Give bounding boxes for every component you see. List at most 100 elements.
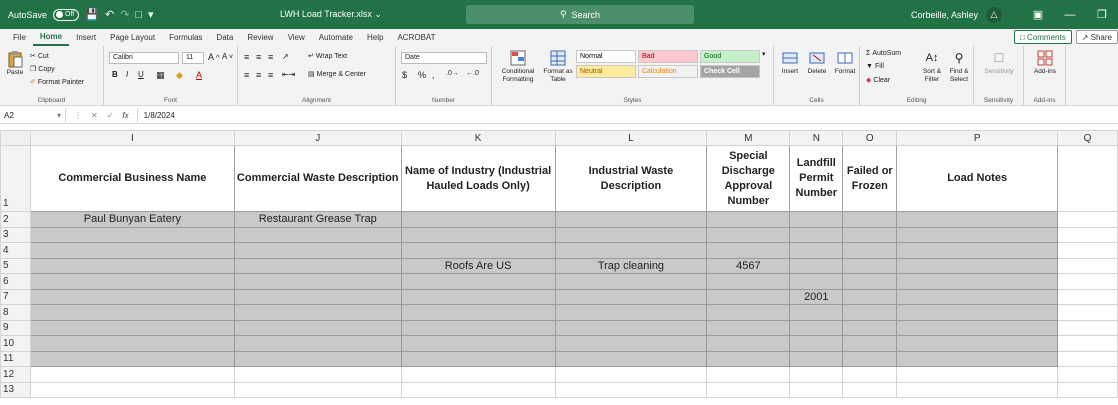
wrap-text-button[interactable]: ↵ Wrap Text [308,52,347,61]
tab-review[interactable]: Review [240,29,280,46]
sheet-cell[interactable] [789,257,844,274]
sheet-cell[interactable] [1057,335,1118,352]
sheet-cell[interactable]: Trap cleaning [554,257,708,274]
restore-icon[interactable]: ❐ [1086,8,1118,21]
sheet-cell[interactable] [29,273,235,290]
tab-help[interactable]: Help [360,29,390,46]
find-select-button[interactable]: ⚲ Find & Select [946,49,972,84]
sheet-cell[interactable]: Paul Bunyan Eatery [29,211,235,228]
style-normal[interactable]: Normal [576,50,636,63]
sheet-cell[interactable] [29,226,235,243]
sheet-cell[interactable] [842,257,898,274]
sheet-cell[interactable] [233,242,402,259]
more-options-icon[interactable]: ⋮ [74,111,82,120]
sheet-cell[interactable] [842,304,898,321]
tab-data[interactable]: Data [209,29,240,46]
sheet-cell[interactable] [842,226,898,243]
sheet-cell[interactable] [233,381,402,398]
currency-icon[interactable]: $ [402,70,407,80]
style-calculation[interactable]: Calculation [638,65,698,78]
column-header[interactable]: N [789,130,844,146]
sort-filter-button[interactable]: A↕ Sort & Filter [918,49,946,84]
save-icon[interactable]: 💾 [85,8,99,21]
sheet-cell[interactable] [706,335,791,352]
column-header[interactable]: O [842,130,898,146]
sheet-cell[interactable] [554,288,708,305]
sheet-cell[interactable] [233,304,402,321]
sheet-cell[interactable] [706,366,791,383]
sheet-cell[interactable] [842,350,898,367]
sheet-cell[interactable] [789,350,844,367]
enter-icon[interactable]: ✓ [107,111,114,120]
sheet-cell[interactable] [1057,366,1118,383]
ribbon-display-icon[interactable]: ▣ [1022,8,1054,21]
sheet-cell[interactable] [1057,304,1118,321]
sheet-cell[interactable] [400,335,556,352]
sheet-cell[interactable] [789,211,844,228]
sheet-cell[interactable] [29,319,235,336]
sheet-cell[interactable] [29,304,235,321]
sheet-cell[interactable] [1057,226,1118,243]
paste-button[interactable]: Paste [4,50,26,77]
delete-cells-button[interactable]: Delete [804,49,830,76]
sheet-cell[interactable] [1057,242,1118,259]
sheet-cell[interactable]: Restaurant Grease Trap [233,211,402,228]
column-header[interactable]: L [554,130,708,146]
row-header[interactable]: 11 [0,350,31,367]
format-as-table-button[interactable]: Format as Table [540,49,576,84]
row-header[interactable]: 7 [0,288,31,305]
sheet-cell[interactable] [896,211,1059,228]
sheet-cell[interactable] [896,273,1059,290]
header-cell[interactable]: Industrial Waste Description [554,145,708,212]
sheet-cell[interactable] [29,242,235,259]
style-good[interactable]: Good [700,50,760,63]
format-painter-button[interactable]: ✐ Format Painter [30,78,84,87]
row-header[interactable]: 13 [0,381,31,398]
sheet-cell[interactable] [1057,257,1118,274]
tab-page-layout[interactable]: Page Layout [103,29,162,46]
sheet-cell[interactable] [29,350,235,367]
undo-icon[interactable]: ↶ [105,8,114,21]
tab-insert[interactable]: Insert [69,29,103,46]
conditional-formatting-button[interactable]: Conditional Formatting [498,49,538,84]
sheet-cell[interactable] [400,350,556,367]
column-header[interactable]: Q [1057,130,1118,146]
sheet-cell[interactable] [233,335,402,352]
comma-icon[interactable]: , [432,70,435,80]
customize-qat-icon[interactable]: ▾ [148,8,154,21]
autosum-button[interactable]: Σ AutoSum [866,50,901,57]
sheet-cell[interactable] [400,381,556,398]
sheet-cell[interactable] [896,319,1059,336]
font-name-select[interactable]: Calibri [109,52,179,64]
column-header[interactable]: M [706,130,791,146]
autosave-toggle[interactable]: Off [53,8,80,21]
sheet-cell[interactable] [233,288,402,305]
sheet-cell[interactable] [400,319,556,336]
sheet-cell[interactable] [896,335,1059,352]
bold-button[interactable]: B [112,70,118,79]
sheet-cell[interactable] [1057,319,1118,336]
search-box[interactable]: ⚲ Search [466,5,694,24]
sheet-cell[interactable] [554,350,708,367]
sheet-cell[interactable] [789,242,844,259]
sheet-cell[interactable] [789,335,844,352]
indent-icon[interactable]: ⇤⇥ [282,70,295,79]
diamond-icon[interactable]: △ [986,6,1002,23]
file-title[interactable]: LWH Load Tracker.xlsx ⌄ [280,0,382,29]
select-all-corner[interactable] [0,130,31,146]
clear-button[interactable]: ◆ Clear [866,76,890,85]
sheet-cell[interactable] [233,257,402,274]
sheet-cell[interactable] [554,273,708,290]
sheet-cell[interactable] [789,304,844,321]
align-left-icon[interactable]: ≡ [244,70,249,80]
share-button[interactable]: ↗ Share [1075,30,1118,44]
sheet-cell[interactable] [29,335,235,352]
row-header[interactable]: 2 [0,211,31,228]
sheet-cell[interactable] [554,242,708,259]
sheet-cell[interactable] [400,242,556,259]
sheet-cell[interactable] [554,319,708,336]
merge-center-button[interactable]: ▤ Merge & Center [308,70,366,79]
sheet-cell[interactable] [789,319,844,336]
sheet-cell[interactable] [233,273,402,290]
decrease-decimal-icon[interactable]: ←.0 [466,70,479,77]
